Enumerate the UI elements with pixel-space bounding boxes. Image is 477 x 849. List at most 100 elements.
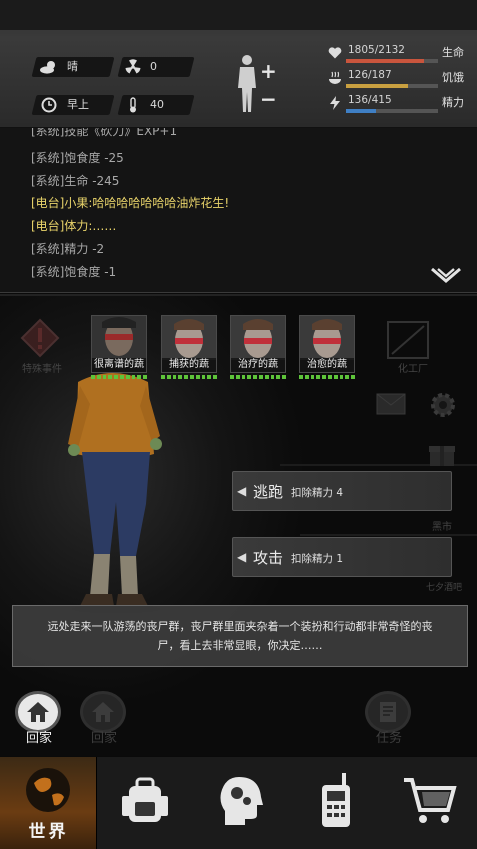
add-status-icon[interactable]: + xyxy=(260,61,277,81)
log-line: [电台]小果:哈哈哈哈哈哈哈油炸花生! xyxy=(31,196,230,210)
enemy-name: 治愈的蔬 xyxy=(300,358,354,372)
home-shortcut-button[interactable]: 回家 xyxy=(79,691,129,749)
walkie-talkie-icon xyxy=(316,773,356,833)
enemy-name: 捕获的蔬 xyxy=(162,358,216,372)
hunger-stat: 126/187 饥饿 xyxy=(322,67,472,89)
nav-world-label: 世界 xyxy=(28,822,69,842)
hp-pip xyxy=(316,375,321,379)
energy-icon xyxy=(326,94,344,112)
hp-pip xyxy=(345,375,350,379)
hp-pip xyxy=(247,375,252,379)
radiation-value: 0 xyxy=(150,60,157,73)
nav-backpack-tab[interactable] xyxy=(97,757,193,849)
hp-pip xyxy=(131,375,136,379)
hp-pip xyxy=(351,375,355,379)
caret-left-icon: ◀ xyxy=(237,550,247,564)
hunger-bar-fill xyxy=(346,84,408,88)
hp-pip xyxy=(166,375,171,379)
enemy-name: 很离谱的蔬 xyxy=(92,358,146,372)
enemy-card[interactable]: 捕获的蔬 xyxy=(161,315,217,373)
hp-pip xyxy=(102,375,107,379)
hp-pip xyxy=(207,375,212,379)
globe-icon xyxy=(20,765,76,819)
go-home-button[interactable]: 回家 xyxy=(14,691,64,749)
hp-pip xyxy=(259,375,263,379)
hp-pip xyxy=(276,375,281,379)
hp-pip xyxy=(253,375,257,379)
enemy-card[interactable]: 治疗的蔬 xyxy=(230,315,286,373)
flee-cost: 扣除精力 4 xyxy=(291,487,344,499)
body-figure-icon[interactable] xyxy=(234,54,260,114)
go-home-label: 回家 xyxy=(25,731,52,746)
hp-pip xyxy=(91,375,95,379)
zombie-portrait-icon xyxy=(231,316,285,360)
enemy-hp-bar xyxy=(299,375,355,380)
weather-value: 晴 xyxy=(67,60,78,73)
flee-label: 逃跑 xyxy=(253,483,284,501)
hunger-value: 126/187 xyxy=(348,69,392,81)
chemical-plant-label: 化工厂 xyxy=(398,364,428,375)
energy-bar-fill xyxy=(346,109,377,113)
hp-pip xyxy=(143,375,147,379)
hp-pip xyxy=(137,375,142,379)
log-line: [系统]生命 -245 xyxy=(31,174,120,188)
home-shortcut-label: 回家 xyxy=(90,731,117,746)
hp-pip xyxy=(172,375,177,379)
enemy-hp-bar xyxy=(230,375,286,380)
log-line: [系统]饱食度 -1 xyxy=(31,265,117,279)
food-icon xyxy=(326,69,344,87)
log-line: [系统]精力 -2 xyxy=(31,242,105,256)
attack-cost: 扣除精力 1 xyxy=(291,553,344,565)
hp-pip xyxy=(241,375,246,379)
heart-icon xyxy=(326,44,344,62)
narration-box: 远处走来一队游荡的丧尸群，丧尸群里面夹杂着一个装扮和行动都非常奇怪的丧尸，看上去… xyxy=(12,605,468,667)
flee-button[interactable]: ◀ 逃跑 扣除精力 4 xyxy=(232,471,452,511)
enemy-hp-bar xyxy=(91,375,147,380)
mail-icon xyxy=(376,393,406,419)
hp-pip xyxy=(328,375,332,379)
hunger-bar xyxy=(346,84,438,88)
time-of-day-value: 早上 xyxy=(67,98,89,111)
hp-pip xyxy=(125,375,130,379)
hp-pip xyxy=(264,375,269,379)
energy-label: 精力 xyxy=(442,96,464,109)
nav-world-tab[interactable]: 世界 xyxy=(0,757,97,849)
quest-label: 任务 xyxy=(375,731,402,746)
attack-button[interactable]: ◀ 攻击 扣除精力 1 xyxy=(232,537,452,577)
hp-pip xyxy=(310,375,315,379)
hp-pip xyxy=(339,375,344,379)
hp-pip xyxy=(235,375,240,379)
nav-shop-tab[interactable] xyxy=(383,757,477,849)
energy-value: 136/415 xyxy=(348,94,392,106)
enemy-card[interactable]: 很离谱的蔬 xyxy=(91,315,147,373)
attack-label: 攻击 xyxy=(253,549,284,567)
cloud-sun-icon xyxy=(38,57,60,77)
hp-pip xyxy=(333,375,338,379)
hp-pip xyxy=(201,375,206,379)
warning-diamond-icon xyxy=(20,318,60,362)
gear-icon xyxy=(428,390,458,424)
status-panel: 晴 0 早上 40 + − 1805/2132 生命 126/187 饥饿 13… xyxy=(0,0,477,128)
hp-pip xyxy=(322,375,326,379)
nav-skills-tab[interactable] xyxy=(193,757,289,849)
remove-status-icon[interactable]: − xyxy=(260,89,277,109)
hp-pip xyxy=(304,375,309,379)
log-line: [电台]体力:…… xyxy=(31,219,117,233)
hp-pip xyxy=(299,375,303,379)
hp-pip xyxy=(270,375,275,379)
enemy-hp-bar xyxy=(161,375,217,380)
hp-pip xyxy=(230,375,234,379)
log-line: [系统]饱食度 -25 xyxy=(31,151,124,165)
nav-radio-tab[interactable] xyxy=(289,757,383,849)
health-value: 1805/2132 xyxy=(348,44,405,56)
collapse-log-icon[interactable] xyxy=(430,266,462,286)
event-log[interactable]: [系统]技能《砍刀》EXP+1 [系统]饱食度 -25 [系统]生命 -245 … xyxy=(0,128,477,293)
quest-button[interactable]: 任务 xyxy=(364,691,414,749)
radiation-icon xyxy=(122,57,144,77)
hp-pip xyxy=(213,375,217,379)
health-stat: 1805/2132 生命 xyxy=(322,42,472,64)
zombie-portrait-icon xyxy=(162,316,216,360)
hp-pip xyxy=(282,375,286,379)
enemy-card[interactable]: 治愈的蔬 xyxy=(299,315,355,373)
clock-icon xyxy=(38,95,60,115)
